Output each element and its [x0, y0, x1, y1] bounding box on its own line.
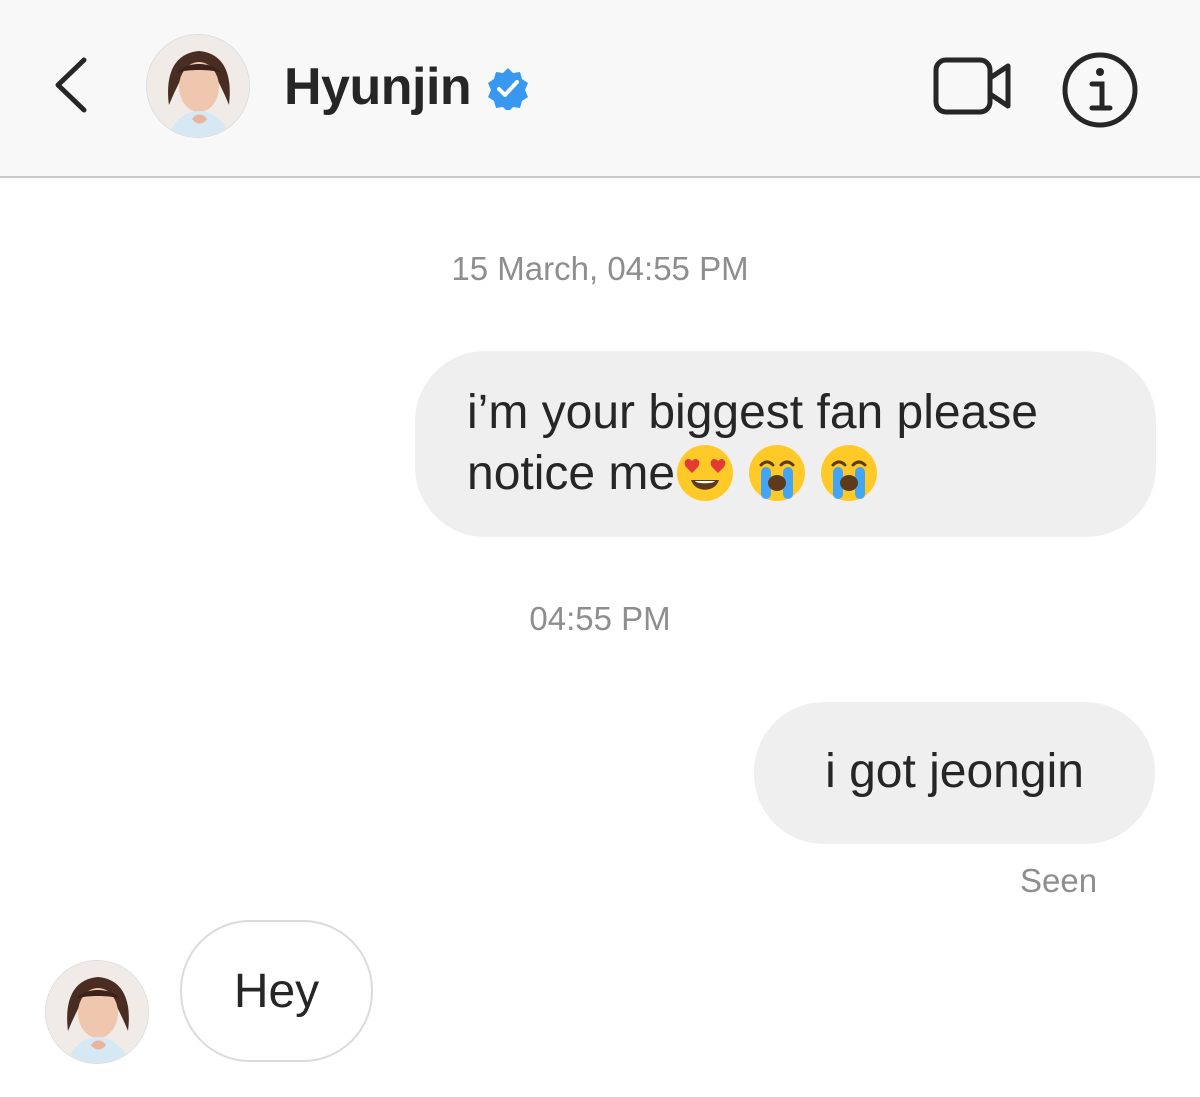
message-text: i’m your biggest fan please notice me — [467, 383, 1147, 504]
heart-eyes-emoji — [677, 445, 734, 501]
chat-header: Hyunjin — [0, 0, 1200, 178]
loudly-crying-emoji — [749, 445, 806, 501]
seen-status: Seen — [1020, 862, 1098, 899]
incoming-message-bubble[interactable]: Hey — [180, 920, 373, 1062]
chevron-left-icon[interactable] — [48, 52, 94, 118]
incoming-avatar[interactable] — [45, 960, 149, 1064]
info-icon[interactable] — [1060, 50, 1140, 130]
message-text: Hey — [233, 965, 320, 1018]
outgoing-message-bubble[interactable]: i got jeongin — [754, 702, 1155, 844]
verified-badge-icon — [488, 68, 528, 110]
chat-title[interactable]: Hyunjin — [284, 56, 472, 118]
video-camera-icon[interactable] — [930, 54, 1014, 118]
message-text: i got jeongin — [825, 745, 1084, 798]
message-timestamp: 04:55 PM — [529, 600, 671, 637]
outgoing-message-bubble[interactable]: i’m your biggest fan please notice me — [415, 351, 1156, 537]
profile-avatar[interactable] — [146, 34, 250, 138]
message-timestamp: 15 March, 04:55 PM — [451, 250, 749, 287]
loudly-crying-emoji — [821, 445, 878, 501]
